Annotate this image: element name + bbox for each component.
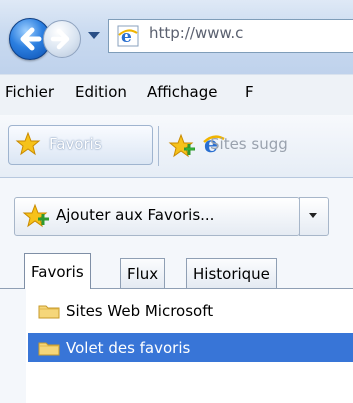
folder-icon <box>38 305 60 318</box>
list-item-label: Volet des favoris <box>66 338 191 357</box>
address-url[interactable]: http://www.c <box>149 24 243 42</box>
add-to-favorites-label: Ajouter aux Favoris... <box>56 206 215 224</box>
tab-historique[interactable]: Historique <box>186 258 277 288</box>
menu-favoris[interactable]: F <box>245 83 254 101</box>
star-icon <box>15 131 41 156</box>
menu-affichage[interactable]: Affichage <box>147 83 217 101</box>
toolbar-separator <box>158 126 159 166</box>
tab-favoris[interactable]: Favoris <box>24 253 91 289</box>
menu-edition[interactable]: Edition <box>75 83 127 101</box>
favorites-button[interactable]: Favoris <box>8 125 153 165</box>
add-to-favorites-bar-icon[interactable] <box>168 133 196 159</box>
arrow-right-icon <box>50 28 70 50</box>
favorites-button-label: Favoris <box>49 135 102 153</box>
menu-fichier[interactable]: Fichier <box>5 83 54 101</box>
add-favorite-icon <box>22 203 49 228</box>
folder-icon <box>38 342 60 355</box>
chevron-down-icon <box>309 213 317 218</box>
recent-pages-dropdown[interactable] <box>88 32 100 39</box>
list-item-label: Sites Web Microsoft <box>66 301 214 320</box>
list-item-selected[interactable]: Volet des favoris <box>28 333 353 362</box>
list-item[interactable]: Sites Web Microsoft <box>28 296 353 325</box>
suggested-sites-link[interactable]: Sites sugg <box>210 135 288 153</box>
forward-button[interactable] <box>43 20 81 58</box>
tab-flux[interactable]: Flux <box>120 258 166 288</box>
ie-page-icon: e <box>117 25 139 47</box>
